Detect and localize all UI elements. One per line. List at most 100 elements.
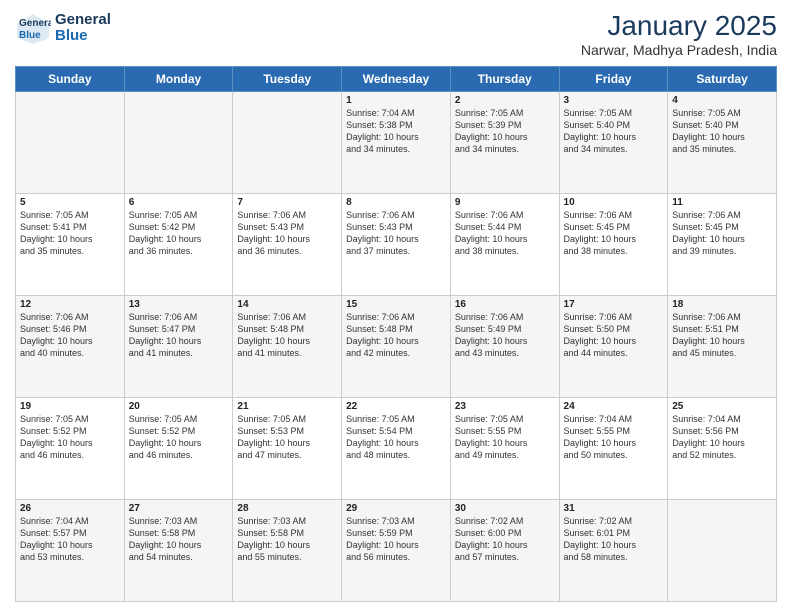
calendar-cell: 17Sunrise: 7:06 AM Sunset: 5:50 PM Dayli… — [559, 296, 668, 398]
logo-icon: General Blue — [15, 10, 51, 46]
day-number: 4 — [672, 95, 772, 106]
cell-info: Sunrise: 7:05 AM Sunset: 5:52 PM Dayligh… — [20, 413, 120, 462]
cell-info: Sunrise: 7:06 AM Sunset: 5:48 PM Dayligh… — [346, 311, 446, 360]
day-number: 16 — [455, 299, 555, 310]
day-number: 14 — [237, 299, 337, 310]
cell-info: Sunrise: 7:05 AM Sunset: 5:40 PM Dayligh… — [672, 107, 772, 156]
cell-info: Sunrise: 7:05 AM Sunset: 5:39 PM Dayligh… — [455, 107, 555, 156]
cell-info: Sunrise: 7:05 AM Sunset: 5:42 PM Dayligh… — [129, 209, 229, 258]
calendar-cell: 11Sunrise: 7:06 AM Sunset: 5:45 PM Dayli… — [668, 194, 777, 296]
week-row-4: 19Sunrise: 7:05 AM Sunset: 5:52 PM Dayli… — [16, 398, 777, 500]
calendar-cell: 2Sunrise: 7:05 AM Sunset: 5:39 PM Daylig… — [450, 92, 559, 194]
day-number: 2 — [455, 95, 555, 106]
calendar-cell: 21Sunrise: 7:05 AM Sunset: 5:53 PM Dayli… — [233, 398, 342, 500]
calendar-cell: 6Sunrise: 7:05 AM Sunset: 5:42 PM Daylig… — [124, 194, 233, 296]
calendar-cell: 5Sunrise: 7:05 AM Sunset: 5:41 PM Daylig… — [16, 194, 125, 296]
day-number: 31 — [564, 503, 664, 514]
calendar-cell: 20Sunrise: 7:05 AM Sunset: 5:52 PM Dayli… — [124, 398, 233, 500]
week-row-1: 1Sunrise: 7:04 AM Sunset: 5:38 PM Daylig… — [16, 92, 777, 194]
cell-info: Sunrise: 7:06 AM Sunset: 5:44 PM Dayligh… — [455, 209, 555, 258]
calendar-cell: 10Sunrise: 7:06 AM Sunset: 5:45 PM Dayli… — [559, 194, 668, 296]
day-number: 10 — [564, 197, 664, 208]
cell-info: Sunrise: 7:02 AM Sunset: 6:01 PM Dayligh… — [564, 515, 664, 564]
calendar-cell: 3Sunrise: 7:05 AM Sunset: 5:40 PM Daylig… — [559, 92, 668, 194]
cell-info: Sunrise: 7:05 AM Sunset: 5:55 PM Dayligh… — [455, 413, 555, 462]
weekday-header-thursday: Thursday — [450, 67, 559, 92]
day-number: 3 — [564, 95, 664, 106]
cell-info: Sunrise: 7:05 AM Sunset: 5:41 PM Dayligh… — [20, 209, 120, 258]
cell-info: Sunrise: 7:03 AM Sunset: 5:58 PM Dayligh… — [237, 515, 337, 564]
day-number: 29 — [346, 503, 446, 514]
day-number: 15 — [346, 299, 446, 310]
subtitle: Narwar, Madhya Pradesh, India — [581, 42, 777, 58]
day-number: 9 — [455, 197, 555, 208]
calendar-cell: 26Sunrise: 7:04 AM Sunset: 5:57 PM Dayli… — [16, 500, 125, 602]
weekday-header-sunday: Sunday — [16, 67, 125, 92]
calendar-cell: 13Sunrise: 7:06 AM Sunset: 5:47 PM Dayli… — [124, 296, 233, 398]
weekday-header-row: SundayMondayTuesdayWednesdayThursdayFrid… — [16, 67, 777, 92]
day-number: 23 — [455, 401, 555, 412]
calendar-cell: 18Sunrise: 7:06 AM Sunset: 5:51 PM Dayli… — [668, 296, 777, 398]
calendar-cell: 16Sunrise: 7:06 AM Sunset: 5:49 PM Dayli… — [450, 296, 559, 398]
week-row-2: 5Sunrise: 7:05 AM Sunset: 5:41 PM Daylig… — [16, 194, 777, 296]
calendar-cell: 25Sunrise: 7:04 AM Sunset: 5:56 PM Dayli… — [668, 398, 777, 500]
calendar-table: SundayMondayTuesdayWednesdayThursdayFrid… — [15, 66, 777, 602]
calendar-cell: 1Sunrise: 7:04 AM Sunset: 5:38 PM Daylig… — [342, 92, 451, 194]
calendar-cell: 19Sunrise: 7:05 AM Sunset: 5:52 PM Dayli… — [16, 398, 125, 500]
cell-info: Sunrise: 7:05 AM Sunset: 5:53 PM Dayligh… — [237, 413, 337, 462]
calendar-cell — [124, 92, 233, 194]
calendar-cell: 14Sunrise: 7:06 AM Sunset: 5:48 PM Dayli… — [233, 296, 342, 398]
calendar-cell: 24Sunrise: 7:04 AM Sunset: 5:55 PM Dayli… — [559, 398, 668, 500]
day-number: 25 — [672, 401, 772, 412]
calendar-cell: 12Sunrise: 7:06 AM Sunset: 5:46 PM Dayli… — [16, 296, 125, 398]
calendar-cell: 31Sunrise: 7:02 AM Sunset: 6:01 PM Dayli… — [559, 500, 668, 602]
svg-text:General: General — [19, 18, 51, 29]
cell-info: Sunrise: 7:02 AM Sunset: 6:00 PM Dayligh… — [455, 515, 555, 564]
cell-info: Sunrise: 7:06 AM Sunset: 5:47 PM Dayligh… — [129, 311, 229, 360]
calendar-cell: 15Sunrise: 7:06 AM Sunset: 5:48 PM Dayli… — [342, 296, 451, 398]
day-number: 20 — [129, 401, 229, 412]
calendar-cell: 4Sunrise: 7:05 AM Sunset: 5:40 PM Daylig… — [668, 92, 777, 194]
header: General Blue General Blue January 2025 N… — [15, 10, 777, 58]
day-number: 8 — [346, 197, 446, 208]
calendar-cell — [668, 500, 777, 602]
calendar-cell: 30Sunrise: 7:02 AM Sunset: 6:00 PM Dayli… — [450, 500, 559, 602]
page: General Blue General Blue January 2025 N… — [0, 0, 792, 612]
calendar-cell: 7Sunrise: 7:06 AM Sunset: 5:43 PM Daylig… — [233, 194, 342, 296]
cell-info: Sunrise: 7:03 AM Sunset: 5:59 PM Dayligh… — [346, 515, 446, 564]
cell-info: Sunrise: 7:06 AM Sunset: 5:45 PM Dayligh… — [564, 209, 664, 258]
day-number: 24 — [564, 401, 664, 412]
main-title: January 2025 — [581, 10, 777, 42]
calendar-cell — [16, 92, 125, 194]
cell-info: Sunrise: 7:06 AM Sunset: 5:49 PM Dayligh… — [455, 311, 555, 360]
calendar-cell: 22Sunrise: 7:05 AM Sunset: 5:54 PM Dayli… — [342, 398, 451, 500]
weekday-header-wednesday: Wednesday — [342, 67, 451, 92]
weekday-header-tuesday: Tuesday — [233, 67, 342, 92]
calendar-cell: 29Sunrise: 7:03 AM Sunset: 5:59 PM Dayli… — [342, 500, 451, 602]
day-number: 11 — [672, 197, 772, 208]
weekday-header-saturday: Saturday — [668, 67, 777, 92]
cell-info: Sunrise: 7:04 AM Sunset: 5:56 PM Dayligh… — [672, 413, 772, 462]
day-number: 27 — [129, 503, 229, 514]
title-block: January 2025 Narwar, Madhya Pradesh, Ind… — [581, 10, 777, 58]
cell-info: Sunrise: 7:04 AM Sunset: 5:55 PM Dayligh… — [564, 413, 664, 462]
logo-general: General — [55, 12, 111, 29]
day-number: 13 — [129, 299, 229, 310]
calendar-cell: 28Sunrise: 7:03 AM Sunset: 5:58 PM Dayli… — [233, 500, 342, 602]
logo-blue: Blue — [55, 28, 111, 45]
cell-info: Sunrise: 7:04 AM Sunset: 5:38 PM Dayligh… — [346, 107, 446, 156]
day-number: 1 — [346, 95, 446, 106]
svg-text:Blue: Blue — [19, 30, 41, 41]
day-number: 21 — [237, 401, 337, 412]
day-number: 7 — [237, 197, 337, 208]
day-number: 28 — [237, 503, 337, 514]
cell-info: Sunrise: 7:06 AM Sunset: 5:50 PM Dayligh… — [564, 311, 664, 360]
cell-info: Sunrise: 7:05 AM Sunset: 5:40 PM Dayligh… — [564, 107, 664, 156]
calendar-cell: 8Sunrise: 7:06 AM Sunset: 5:43 PM Daylig… — [342, 194, 451, 296]
day-number: 17 — [564, 299, 664, 310]
cell-info: Sunrise: 7:03 AM Sunset: 5:58 PM Dayligh… — [129, 515, 229, 564]
cell-info: Sunrise: 7:06 AM Sunset: 5:48 PM Dayligh… — [237, 311, 337, 360]
week-row-5: 26Sunrise: 7:04 AM Sunset: 5:57 PM Dayli… — [16, 500, 777, 602]
day-number: 5 — [20, 197, 120, 208]
day-number: 30 — [455, 503, 555, 514]
